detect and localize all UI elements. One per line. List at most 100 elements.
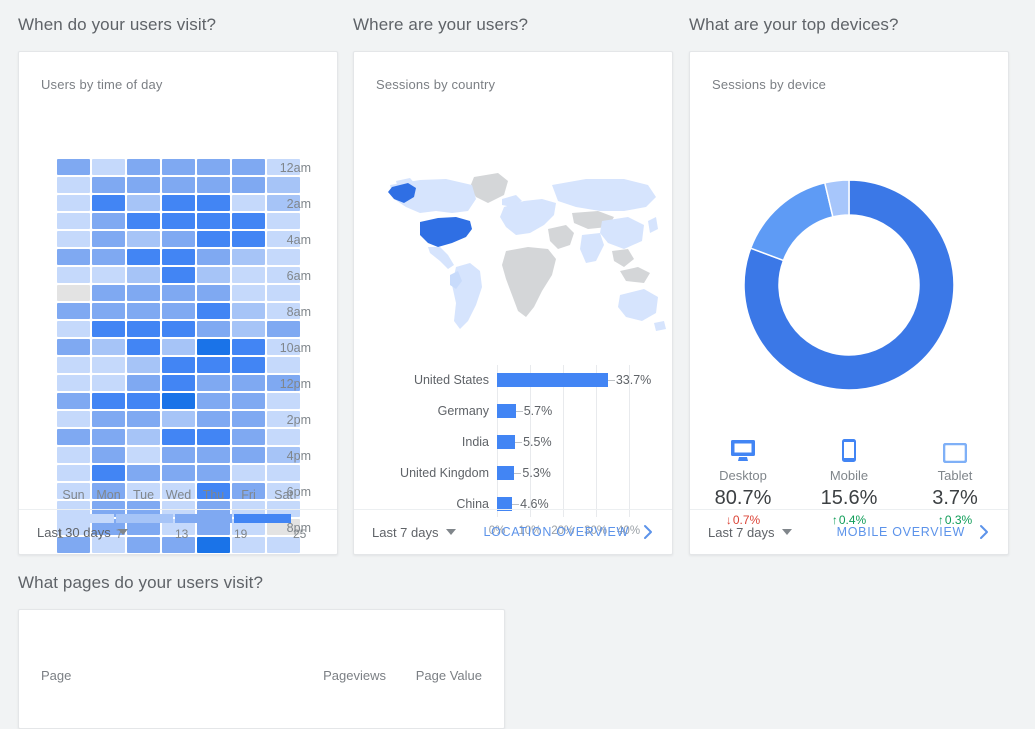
heatmap-cell[interactable] bbox=[92, 411, 125, 427]
heatmap-cell[interactable] bbox=[57, 339, 90, 355]
heatmap-cell[interactable] bbox=[197, 285, 230, 301]
heatmap-cell[interactable] bbox=[197, 249, 230, 265]
date-range-selector-time-of-day[interactable]: Last 30 days bbox=[37, 525, 128, 540]
heatmap-cell[interactable] bbox=[127, 303, 160, 319]
heatmap-cell[interactable] bbox=[57, 357, 90, 373]
heatmap-cell[interactable] bbox=[57, 465, 90, 481]
heatmap-cell[interactable] bbox=[57, 267, 90, 283]
heatmap-cell[interactable] bbox=[92, 465, 125, 481]
heatmap-cell[interactable] bbox=[57, 231, 90, 247]
heatmap-cell[interactable] bbox=[57, 177, 90, 193]
heatmap-cell[interactable] bbox=[232, 339, 265, 355]
heatmap-cell[interactable] bbox=[232, 429, 265, 445]
heatmap-cell[interactable] bbox=[57, 393, 90, 409]
heatmap-cell[interactable] bbox=[232, 393, 265, 409]
heatmap-cell[interactable] bbox=[92, 321, 125, 337]
column-header-page[interactable]: Page bbox=[41, 668, 290, 683]
heatmap-cell[interactable] bbox=[92, 447, 125, 463]
heatmap-cell[interactable] bbox=[197, 339, 230, 355]
location-overview-link[interactable]: LOCATION OVERVIEW bbox=[484, 524, 655, 540]
heatmap-cell[interactable] bbox=[232, 267, 265, 283]
heatmap-cell[interactable] bbox=[197, 429, 230, 445]
heatmap-cell[interactable] bbox=[92, 177, 125, 193]
heatmap-cell[interactable] bbox=[92, 231, 125, 247]
heatmap-cell[interactable] bbox=[92, 339, 125, 355]
heatmap-cell[interactable] bbox=[197, 303, 230, 319]
heatmap-cell[interactable] bbox=[162, 375, 195, 391]
heatmap-cell[interactable] bbox=[197, 231, 230, 247]
column-header-pageviews[interactable]: Pageviews bbox=[290, 668, 386, 683]
heatmap-cell[interactable] bbox=[162, 303, 195, 319]
heatmap-cell[interactable] bbox=[197, 321, 230, 337]
heatmap-cell[interactable] bbox=[127, 375, 160, 391]
heatmap-cell[interactable] bbox=[232, 249, 265, 265]
heatmap-cell[interactable] bbox=[57, 195, 90, 211]
world-map[interactable] bbox=[376, 155, 672, 355]
heatmap-cell[interactable] bbox=[232, 285, 265, 301]
heatmap-cell[interactable] bbox=[197, 267, 230, 283]
heatmap-cell[interactable] bbox=[92, 159, 125, 175]
heatmap-cell[interactable] bbox=[127, 339, 160, 355]
heatmap-cell[interactable] bbox=[57, 447, 90, 463]
heatmap-cell[interactable] bbox=[92, 267, 125, 283]
heatmap-cell[interactable] bbox=[232, 213, 265, 229]
heatmap-cell[interactable] bbox=[127, 177, 160, 193]
heatmap-cell[interactable] bbox=[92, 249, 125, 265]
heatmap-cell[interactable] bbox=[232, 231, 265, 247]
heatmap-cell[interactable] bbox=[232, 177, 265, 193]
heatmap-cell[interactable] bbox=[92, 213, 125, 229]
heatmap-cell[interactable] bbox=[92, 393, 125, 409]
heatmap-cell[interactable] bbox=[197, 357, 230, 373]
heatmap-cell[interactable] bbox=[127, 213, 160, 229]
heatmap-cell[interactable] bbox=[232, 195, 265, 211]
heatmap-cell[interactable] bbox=[127, 321, 160, 337]
heatmap-cell[interactable] bbox=[197, 177, 230, 193]
heatmap-cell[interactable] bbox=[197, 159, 230, 175]
heatmap-cell[interactable] bbox=[197, 375, 230, 391]
heatmap-cell[interactable] bbox=[197, 447, 230, 463]
heatmap-cell[interactable] bbox=[57, 321, 90, 337]
device-donut-chart[interactable] bbox=[690, 160, 1008, 410]
heatmap-cell[interactable] bbox=[92, 285, 125, 301]
heatmap-cell[interactable] bbox=[127, 429, 160, 445]
heatmap-cell[interactable] bbox=[162, 177, 195, 193]
bar-row[interactable]: India 5.5% bbox=[376, 431, 552, 453]
heatmap-cell[interactable] bbox=[197, 393, 230, 409]
heatmap-cell[interactable] bbox=[162, 429, 195, 445]
heatmap-cell[interactable] bbox=[127, 195, 160, 211]
heatmap-cell[interactable] bbox=[57, 213, 90, 229]
heatmap-cell[interactable] bbox=[57, 375, 90, 391]
bar-row[interactable]: Germany 5.7% bbox=[376, 400, 552, 422]
date-range-selector-device[interactable]: Last 7 days bbox=[708, 525, 792, 540]
heatmap-cell[interactable] bbox=[162, 267, 195, 283]
heatmap-cell[interactable] bbox=[57, 411, 90, 427]
heatmap-cell[interactable] bbox=[197, 213, 230, 229]
heatmap-cell[interactable] bbox=[57, 429, 90, 445]
column-header-page-value[interactable]: Page Value bbox=[386, 668, 482, 683]
heatmap-cell[interactable] bbox=[92, 195, 125, 211]
date-range-selector-country[interactable]: Last 7 days bbox=[372, 525, 456, 540]
heatmap-cell[interactable] bbox=[232, 321, 265, 337]
heatmap-cell[interactable] bbox=[57, 249, 90, 265]
heatmap-cell[interactable] bbox=[162, 321, 195, 337]
heatmap-cell[interactable] bbox=[162, 465, 195, 481]
heatmap-cell[interactable] bbox=[127, 465, 160, 481]
heatmap-cell[interactable] bbox=[57, 303, 90, 319]
heatmap-cell[interactable] bbox=[127, 357, 160, 373]
heatmap-cell[interactable] bbox=[232, 465, 265, 481]
heatmap-cell[interactable] bbox=[57, 159, 90, 175]
heatmap-cell[interactable] bbox=[127, 159, 160, 175]
heatmap-cell[interactable] bbox=[232, 411, 265, 427]
heatmap-cell[interactable] bbox=[162, 447, 195, 463]
heatmap-cell[interactable] bbox=[162, 285, 195, 301]
heatmap-cell[interactable] bbox=[162, 249, 195, 265]
bar-row[interactable]: United Kingdom 5.3% bbox=[376, 462, 551, 484]
heatmap-cell[interactable] bbox=[162, 357, 195, 373]
heatmap-cell[interactable] bbox=[162, 195, 195, 211]
donut-slice-mobile[interactable] bbox=[749, 181, 834, 262]
heatmap-cell[interactable] bbox=[92, 429, 125, 445]
heatmap-cell[interactable] bbox=[92, 357, 125, 373]
heatmap-cell[interactable] bbox=[197, 465, 230, 481]
heatmap-cell[interactable] bbox=[127, 447, 160, 463]
heatmap-cell[interactable] bbox=[232, 303, 265, 319]
